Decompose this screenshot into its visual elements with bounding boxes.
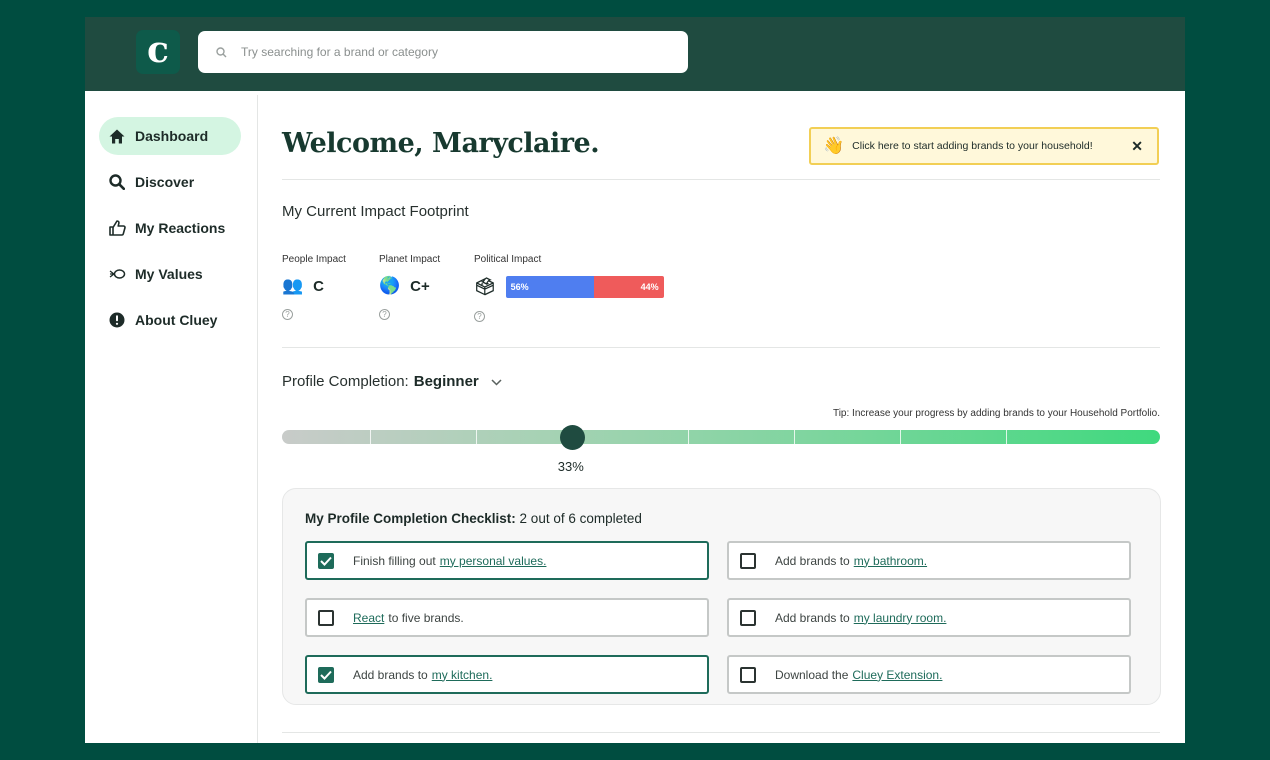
- globe-icon: 🌎: [379, 276, 401, 295]
- checklist-item-text: Download the: [775, 667, 849, 682]
- people-impact: People Impact 👥 C ?: [282, 254, 346, 320]
- home-icon: [108, 127, 126, 145]
- progress-percent: 33%: [557, 459, 584, 474]
- checkbox[interactable]: [318, 609, 334, 626]
- progress-tick: [900, 430, 901, 444]
- checkbox[interactable]: [740, 609, 756, 626]
- people-grade: C: [313, 277, 325, 295]
- checklist-item-text: Add brands to: [775, 610, 850, 625]
- checklist-item-text: Add brands to: [775, 553, 850, 568]
- search-input[interactable]: [241, 45, 661, 59]
- checklist-item-link[interactable]: Cluey Extension.: [852, 668, 942, 682]
- divider: [282, 179, 1160, 180]
- checklist-item-link[interactable]: my laundry room.: [854, 611, 947, 625]
- waving-hand-icon: 👋: [823, 136, 845, 155]
- sidebar: Dashboard Discover My Reactions My Value…: [99, 117, 241, 347]
- political-bar: 56% 44%: [505, 276, 664, 298]
- progress-handle: [559, 425, 585, 450]
- profile-completion: Profile Completion: Beginner: [282, 373, 502, 390]
- planet-grade: C+: [410, 277, 430, 295]
- sidebar-divider: [257, 95, 258, 743]
- chevron-down-icon[interactable]: [491, 373, 502, 390]
- sidebar-item-my-values[interactable]: My Values: [99, 255, 241, 293]
- checklist-item-text: Finish filling out: [353, 553, 436, 568]
- progress-tick: [476, 430, 477, 444]
- sidebar-item-about-cluey[interactable]: About Cluey: [99, 301, 241, 339]
- planet-impact: Planet Impact 🌎 C+ ?: [379, 254, 441, 320]
- checkbox[interactable]: [318, 666, 334, 683]
- close-icon[interactable]: ✕: [1131, 138, 1143, 155]
- divider: [282, 732, 1160, 733]
- footprint-title: My Current Impact Footprint: [282, 203, 469, 220]
- political-impact: Political Impact 🗳 56% 44% ?: [474, 254, 664, 322]
- values-icon: [108, 265, 126, 283]
- sidebar-item-my-reactions[interactable]: My Reactions: [99, 209, 241, 247]
- app-window: c Dashboard Discover My Reactions: [85, 17, 1185, 743]
- search-icon: [108, 173, 126, 191]
- progress-tick: [1006, 430, 1007, 444]
- info-icon: [108, 311, 126, 329]
- checklist-item[interactable]: Add brands to my bathroom.: [727, 541, 1131, 580]
- search-bar[interactable]: [198, 31, 688, 73]
- checklist-item-link[interactable]: React: [353, 611, 384, 625]
- checklist-item-text: to five brands.: [388, 610, 464, 625]
- top-bar: c: [85, 17, 1185, 91]
- search-icon: [216, 46, 227, 57]
- checklist-title: My Profile Completion Checklist: 2 out o…: [305, 511, 642, 526]
- help-icon[interactable]: ?: [474, 311, 485, 322]
- ballot-box-icon: 🗳: [474, 277, 496, 296]
- checklist-item[interactable]: Finish filling out my personal values.: [305, 541, 709, 580]
- page-title: Welcome, Maryclaire.: [282, 128, 600, 159]
- profile-level: Beginner: [413, 373, 479, 390]
- checklist-item-link[interactable]: my personal values.: [440, 554, 547, 568]
- checklist-item[interactable]: React to five brands.: [305, 598, 709, 637]
- progress-tick: [688, 430, 689, 444]
- checkbox[interactable]: [318, 552, 334, 569]
- checkbox[interactable]: [740, 666, 756, 683]
- sidebar-item-discover[interactable]: Discover: [99, 163, 241, 201]
- divider: [282, 347, 1160, 348]
- checklist-item[interactable]: Add brands to my kitchen.: [305, 655, 709, 694]
- add-brands-toast[interactable]: 👋 Click here to start adding brands to y…: [809, 127, 1159, 165]
- people-icon: 👥: [282, 276, 304, 295]
- sidebar-item-dashboard[interactable]: Dashboard: [99, 117, 241, 155]
- help-icon[interactable]: ?: [282, 309, 293, 320]
- thumbs-up-icon: [108, 219, 126, 237]
- political-bar-left: 56%: [505, 276, 595, 298]
- checklist-item-text: Add brands to: [353, 667, 428, 682]
- help-icon[interactable]: ?: [379, 309, 390, 320]
- checklist-item[interactable]: Download the Cluey Extension.: [727, 655, 1131, 694]
- political-bar-right: 44%: [594, 276, 664, 298]
- progress-tip: Tip: Increase your progress by adding br…: [832, 408, 1160, 419]
- checklist-item[interactable]: Add brands to my laundry room.: [727, 598, 1131, 637]
- checklist-item-link[interactable]: my kitchen.: [432, 668, 493, 682]
- checklist-panel: My Profile Completion Checklist: 2 out o…: [282, 488, 1161, 705]
- checklist-item-link[interactable]: my bathroom.: [854, 554, 927, 568]
- cluey-logo[interactable]: c: [136, 30, 180, 74]
- progress-tick: [794, 430, 795, 444]
- toast-text: Click here to start adding brands to you…: [852, 140, 1093, 152]
- progress-tick: [370, 430, 371, 444]
- checkbox[interactable]: [740, 552, 756, 569]
- progress-bar: [282, 430, 1160, 444]
